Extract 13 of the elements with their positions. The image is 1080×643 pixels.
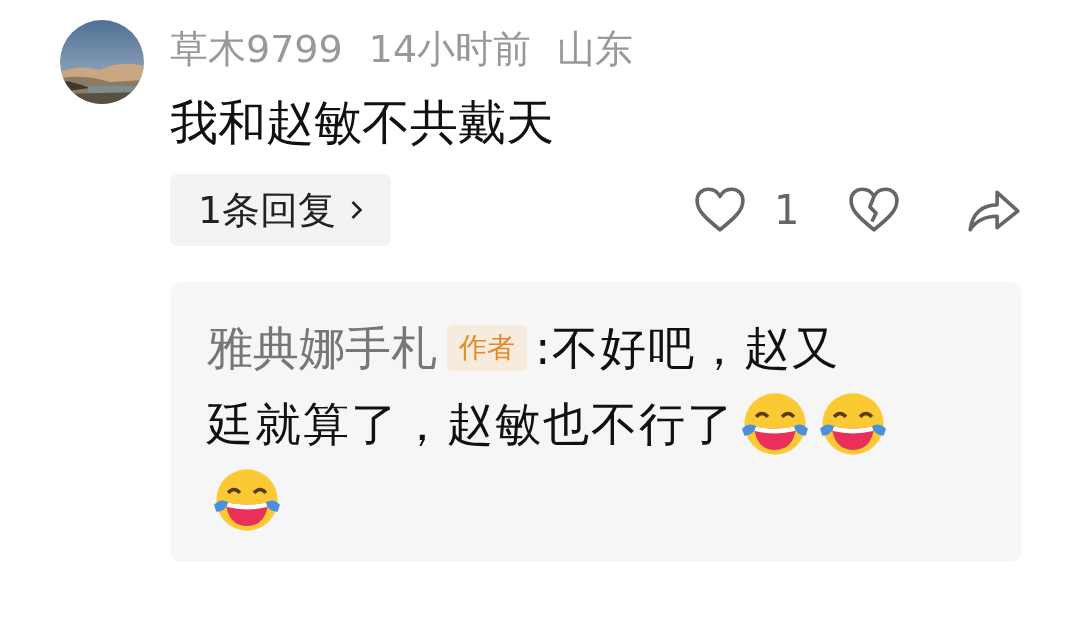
heart-icon[interactable] [694, 186, 746, 234]
reply-text: :不好吧，赵又 [535, 320, 841, 377]
broken-heart-icon[interactable] [848, 186, 900, 234]
reply-author[interactable]: 雅典娜手札 [207, 310, 437, 386]
chevron-icon [350, 200, 364, 220]
reply-text: 廷就算了，赵敏也不行了 [207, 396, 735, 453]
author-badge: 作者 [447, 325, 527, 371]
comment-text: 我和赵敏不共戴天 [170, 93, 555, 152]
replies-button[interactable]: 1条回复 [170, 174, 392, 246]
location: 山东 [557, 25, 634, 73]
username[interactable]: 草木9799 [170, 23, 343, 75]
like-count: 1 [774, 187, 801, 233]
timestamp: 14小时前 [368, 25, 532, 73]
